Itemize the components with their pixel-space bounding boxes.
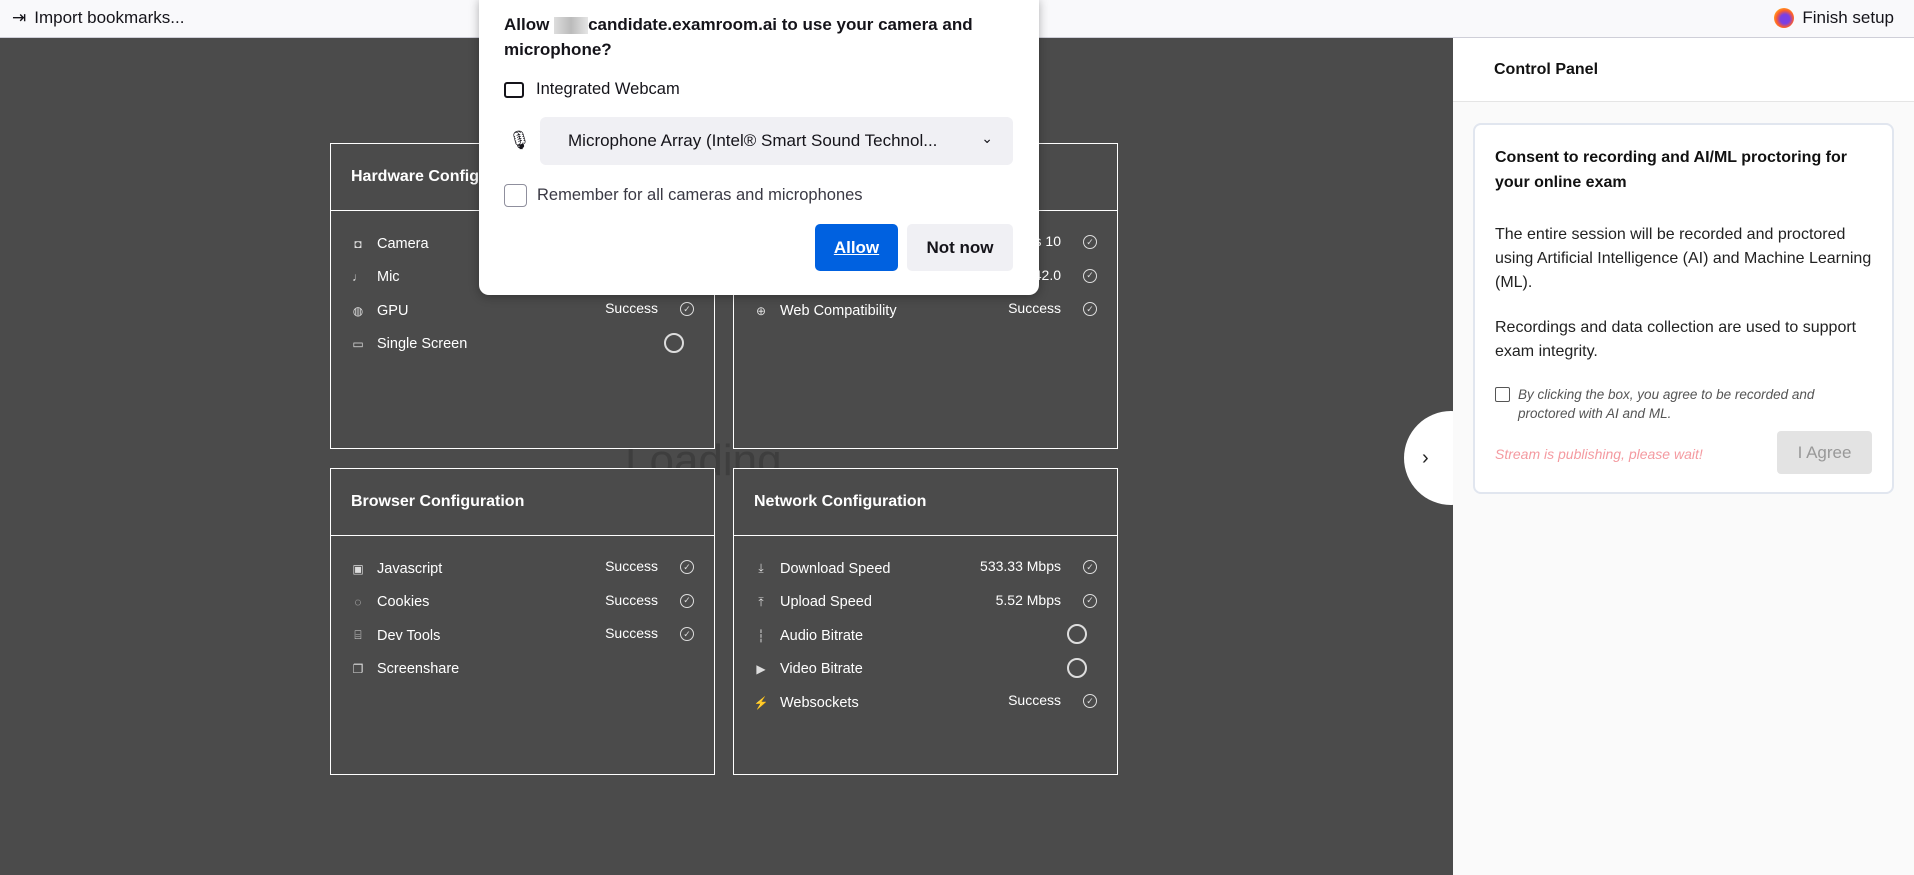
check-circle-icon: ✓	[680, 302, 694, 316]
item-label: Screenshare	[377, 661, 460, 678]
microphone-icon: 🎙︎	[508, 130, 531, 150]
item-label: GPU	[377, 302, 409, 319]
microphone-select[interactable]: Microphone Array (Intel® Smart Sound Tec…	[540, 117, 1013, 165]
camera-icon: ◘	[354, 236, 362, 251]
item-label: Web Compatibility	[780, 302, 897, 319]
list-item: ⤒ Upload Speed 5.52 Mbps ✓	[734, 586, 1117, 620]
status-text: Success	[605, 300, 658, 316]
item-label: Cookies	[377, 594, 430, 611]
status-text: Success	[605, 558, 658, 574]
item-label: Javascript	[377, 560, 443, 577]
status-text: Success	[605, 625, 658, 641]
status-text: Success	[605, 591, 658, 608]
check-circle-icon: ✓	[1083, 694, 1097, 708]
webcam-icon	[504, 81, 524, 98]
list-item: ⌸ Dev Tools Success ✓	[331, 619, 714, 653]
dialog-title: Allow candidate.examroom.ai to use your …	[504, 12, 1024, 62]
item-label: Upload Speed	[780, 594, 872, 611]
list-item: ▣ Javascript Success ✓	[331, 552, 714, 586]
status-text: Success	[1008, 300, 1061, 316]
check-circle-icon: ✓	[680, 593, 694, 608]
card-title: Network Configuration	[734, 469, 1117, 536]
control-panel-sidebar: Control Panel Consent to recording and A…	[1453, 38, 1914, 875]
check-circle-icon: ✓	[1083, 302, 1097, 316]
pending-spinner-icon	[1067, 657, 1087, 678]
import-bookmarks-button[interactable]: ⇥ Import bookmarks...	[12, 8, 184, 28]
globe-icon: ⊕	[755, 303, 767, 318]
allow-button[interactable]: Allow	[815, 224, 898, 271]
check-circle-icon: ✓	[1083, 560, 1097, 574]
import-icon: ⇥	[12, 8, 27, 27]
consent-card: Consent to recording and AI/ML proctorin…	[1473, 123, 1894, 494]
item-label: Camera	[377, 235, 429, 252]
mic-icon: ♩	[352, 270, 364, 285]
item-label: Mic	[377, 269, 400, 286]
status-text: 533.33 Mbps	[980, 558, 1061, 574]
consent-paragraph-2: Recordings and data collection are used …	[1495, 319, 1857, 360]
browser-card: Browser Configuration ▣ Javascript Success…	[330, 468, 715, 775]
network-card: Network Configuration ⤓ Download Speed 533…	[733, 468, 1118, 775]
firefox-icon	[1774, 8, 1795, 28]
dev-tools-icon: ⌸	[354, 628, 362, 643]
code-icon: ▣	[352, 561, 364, 576]
list-item: ⤓ Download Speed 533.33 Mbps ✓	[734, 552, 1117, 586]
item-label: Dev Tools	[377, 627, 441, 644]
consent-title: Consent to recording and AI/ML proctorin…	[1495, 149, 1847, 191]
check-circle-icon: ✓	[1083, 268, 1097, 283]
screenshare-icon: ❐	[352, 662, 364, 677]
chevron-down-icon: ⌄	[981, 130, 993, 146]
chevron-right-icon: ›	[1422, 446, 1429, 469]
agree-checkbox-label: By clicking the box, you agree to be rec…	[1518, 387, 1815, 421]
agree-checkbox[interactable]	[1495, 387, 1510, 402]
list-item: ◍ GPU Success ✓	[331, 294, 714, 328]
list-item: ❐ Screenshare	[331, 653, 714, 687]
check-circle-icon: ✓	[680, 627, 694, 641]
check-circle-icon: ✓	[680, 560, 694, 574]
download-icon: ⤓	[758, 561, 764, 576]
list-item: ▶ Video Bitrate	[734, 653, 1117, 687]
list-item: ┆ Audio Bitrate	[734, 619, 1117, 653]
item-label: Download Speed	[780, 560, 891, 577]
status-text: Success	[1008, 692, 1061, 708]
pending-spinner-icon	[1067, 624, 1087, 644]
list-item: ⊕ Web Compatibility Success ✓	[734, 294, 1117, 328]
check-circle-icon: ✓	[1083, 235, 1097, 249]
remember-label: Remember for all cameras and microphones	[537, 186, 863, 204]
consent-paragraph-1: The entire session will be recorded and …	[1495, 226, 1872, 291]
remember-checkbox-row[interactable]: Remember for all cameras and microphones	[504, 184, 863, 207]
cookie-icon: ◌	[354, 595, 362, 610]
list-item: ▭ Single Screen	[331, 328, 714, 362]
list-item: ⚡ Websockets Success ✓	[734, 686, 1117, 720]
camera-label: Integrated Webcam	[536, 80, 680, 98]
card-title: Browser Configuration	[331, 469, 714, 536]
agree-checkbox-row[interactable]: By clicking the box, you agree to be rec…	[1495, 385, 1872, 423]
microphone-value: Microphone Array (Intel® Smart Sound Tec…	[568, 131, 938, 150]
redacted-block	[554, 17, 589, 35]
permission-dialog: Allow candidate.examroom.ai to use your …	[479, 0, 1039, 295]
camera-row: Integrated Webcam	[504, 80, 680, 99]
gauge-icon: ◍	[352, 303, 364, 318]
pending-spinner-icon	[664, 332, 684, 353]
item-label: Single Screen	[377, 336, 468, 353]
finish-setup-button[interactable]: Finish setup	[1774, 8, 1894, 28]
list-item: ◌ Cookies Success ✓	[331, 586, 714, 620]
control-panel-title: Control Panel	[1453, 38, 1914, 102]
import-bookmarks-label: Import bookmarks...	[34, 8, 185, 27]
upload-icon: ⤒	[758, 594, 764, 609]
status-text: 5.52 Mbps	[995, 591, 1061, 608]
check-circle-icon: ✓	[1083, 593, 1097, 608]
video-icon: ▶	[756, 662, 766, 677]
plug-icon: ⚡	[753, 695, 769, 710]
finish-setup-label: Finish setup	[1802, 8, 1894, 27]
item-label: Video Bitrate	[780, 661, 863, 678]
item-label: Websockets	[780, 694, 859, 711]
monitor-icon: ▭	[352, 337, 364, 352]
item-label: Audio Bitrate	[780, 627, 864, 644]
title-prefix: Allow	[504, 15, 555, 34]
i-agree-button[interactable]: I Agree	[1777, 431, 1872, 474]
stream-wait-message: Stream is publishing, please wait!	[1495, 446, 1703, 462]
audio-wave-icon: ┆	[757, 628, 765, 643]
not-now-button[interactable]: Not now	[907, 224, 1013, 271]
remember-checkbox[interactable]	[504, 184, 527, 207]
